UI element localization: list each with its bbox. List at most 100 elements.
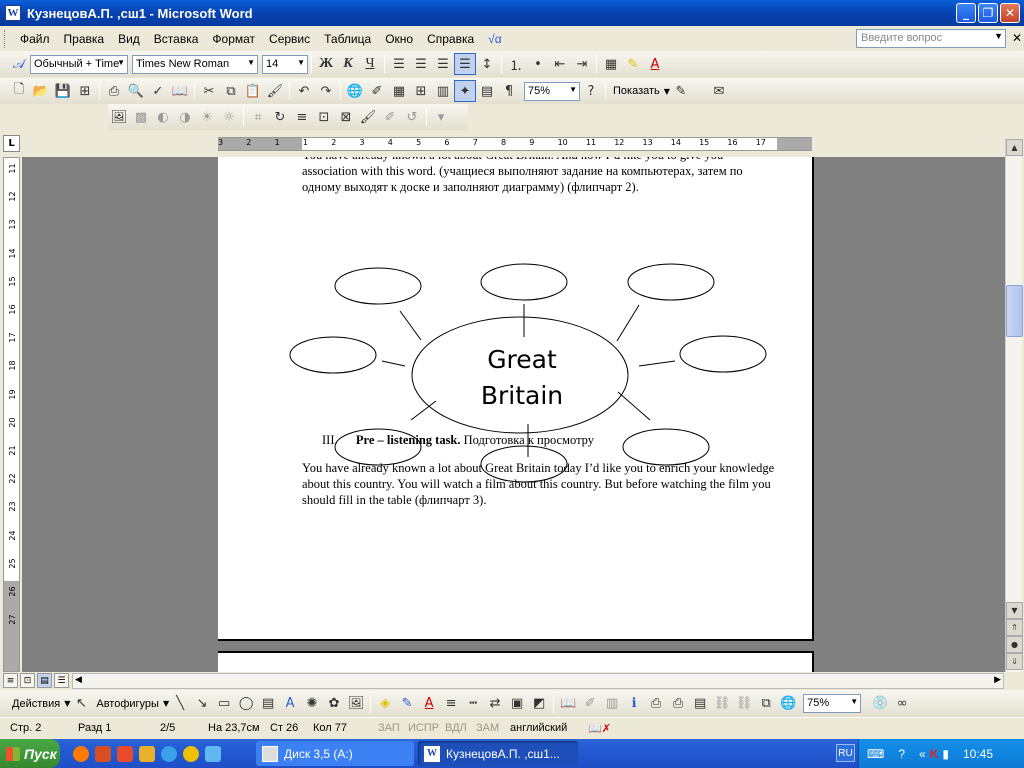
help-tray-icon[interactable]: ?	[898, 747, 905, 761]
menu-format[interactable]: Формат	[205, 32, 262, 46]
print-layout-icon[interactable]: ▤	[37, 673, 52, 688]
browser-icon[interactable]	[73, 745, 89, 762]
print-preview-icon[interactable]: 🔍	[125, 80, 147, 102]
edit-icon[interactable]: ✐	[579, 693, 601, 715]
align-left-icon[interactable]: ☰	[388, 53, 410, 75]
borders-icon[interactable]: ▦	[600, 53, 622, 75]
font-color-icon[interactable]: A	[644, 53, 666, 75]
menu-help[interactable]: Справка	[420, 32, 481, 46]
copy-icon[interactable]: ⧉	[220, 80, 242, 102]
spelling-status-icon[interactable]: 📖✗	[588, 722, 611, 735]
compress-icon[interactable]: ⊡	[313, 106, 335, 128]
autoshapes-button[interactable]: Автофигуры	[92, 698, 163, 710]
font-color-icon[interactable]: A	[418, 693, 440, 715]
insert-excel-icon[interactable]: ⊞	[410, 80, 432, 102]
outline-view-icon[interactable]: ☰	[54, 673, 69, 688]
unlink-icon[interactable]: ⛓	[733, 693, 755, 715]
rectangle-tool-icon[interactable]: ▭	[213, 693, 235, 715]
tables-borders-icon[interactable]: ✐	[366, 80, 388, 102]
3d-style-icon[interactable]: ◩	[528, 693, 550, 715]
antivirus-icon[interactable]: K	[930, 747, 939, 761]
line-color-icon[interactable]: ✎	[396, 693, 418, 715]
menu-file[interactable]: Файл	[13, 32, 57, 46]
menu-grip[interactable]	[4, 29, 7, 48]
language-indicator[interactable]: RU	[836, 744, 855, 762]
status-ext[interactable]: ВДЛ	[445, 722, 467, 734]
save-icon[interactable]: 💾	[52, 80, 74, 102]
fill-color-icon[interactable]: ◈	[374, 693, 396, 715]
insert-picture-icon[interactable]: 🖼	[345, 693, 367, 715]
glasses-icon[interactable]: ∞	[891, 693, 913, 715]
link-icon[interactable]: ⛓	[711, 693, 733, 715]
draw-actions-button[interactable]: Действия	[8, 698, 64, 710]
show-markup-button[interactable]: Показать	[609, 85, 664, 97]
restore-button[interactable]: ❐	[978, 3, 998, 23]
media-player-icon[interactable]	[183, 745, 199, 762]
reset-picture-icon[interactable]: ↺	[401, 106, 423, 128]
bold-button[interactable]: Ж	[315, 53, 337, 75]
less-contrast-icon[interactable]: ◑	[174, 106, 196, 128]
line-tool-icon[interactable]: ╲	[169, 693, 191, 715]
menu-tools[interactable]: Сервис	[262, 32, 317, 46]
menu-edit[interactable]: Правка	[57, 32, 112, 46]
columns-icon[interactable]: ▥	[432, 80, 454, 102]
diagram-tool-icon[interactable]: ✺	[301, 693, 323, 715]
more-tools-icon[interactable]: ▾	[430, 106, 452, 128]
select-browse-object-icon[interactable]: ●	[1006, 636, 1023, 653]
printer-icon[interactable]: ⎙	[667, 693, 689, 715]
rotate-icon[interactable]: ↻	[269, 106, 291, 128]
undo-icon[interactable]: ↶	[293, 80, 315, 102]
arrow-tool-icon[interactable]: ↘	[191, 693, 213, 715]
expand-tray-icon[interactable]: «	[919, 747, 926, 761]
line-style-icon[interactable]: ≡	[291, 106, 313, 128]
scroll-thumb[interactable]	[1006, 285, 1023, 337]
spelling-icon[interactable]: ✓	[147, 80, 169, 102]
less-brightness-icon[interactable]: ☼	[218, 106, 240, 128]
set-transparent-icon[interactable]: ✐	[379, 106, 401, 128]
menu-insert[interactable]: Вставка	[147, 32, 206, 46]
line-spacing-icon[interactable]: ↕	[476, 53, 498, 75]
internet-explorer-icon[interactable]	[161, 745, 177, 762]
italic-button[interactable]: К	[337, 53, 359, 75]
chart-icon[interactable]: ▥	[601, 693, 623, 715]
normal-view-icon[interactable]: ≡	[3, 673, 18, 688]
dash-style-icon[interactable]: ┅	[462, 693, 484, 715]
underline-button[interactable]: Ч	[359, 53, 381, 75]
status-ovr[interactable]: ЗАМ	[476, 722, 499, 734]
scroll-up-icon[interactable]: ▲	[1006, 139, 1023, 156]
status-trk[interactable]: ИСПР	[408, 722, 439, 734]
select-objects-icon[interactable]: ↖	[70, 693, 92, 715]
menu-view[interactable]: Вид	[111, 32, 147, 46]
more-brightness-icon[interactable]: ☀	[196, 106, 218, 128]
insert-table-icon[interactable]: ▦	[388, 80, 410, 102]
disk-icon[interactable]: 💿	[869, 693, 891, 715]
format-picture-icon[interactable]: 🖌	[357, 106, 379, 128]
show-hide-icon[interactable]: ¶	[498, 80, 520, 102]
align-center-icon[interactable]: ☰	[410, 53, 432, 75]
drawing-icon[interactable]: ✦	[454, 80, 476, 102]
chevron-down-icon[interactable]: ▼	[994, 31, 1003, 41]
align-right-icon[interactable]: ☰	[432, 53, 454, 75]
menu-table[interactable]: Таблица	[317, 32, 378, 46]
highlight-icon[interactable]: ✎	[622, 53, 644, 75]
text-icon[interactable]: ▤	[689, 693, 711, 715]
app-icon[interactable]	[139, 745, 155, 762]
previous-page-icon[interactable]: ⇑	[1006, 619, 1023, 636]
task-word-document[interactable]: W КузнецовА.П. ,сш1...	[418, 741, 578, 766]
tab-selector-icon[interactable]: L	[3, 135, 20, 152]
redo-icon[interactable]: ↷	[315, 80, 337, 102]
help-icon[interactable]: ?	[580, 80, 602, 102]
zoom-select[interactable]: 75% ▼	[524, 81, 580, 101]
next-page-icon[interactable]: ⇓	[1006, 653, 1023, 670]
scroll-down-icon[interactable]: ▼	[1006, 602, 1023, 619]
justify-icon[interactable]: ☰	[454, 53, 476, 75]
format-painter-icon[interactable]: 🖌	[264, 80, 286, 102]
print-icon[interactable]: ⎙	[645, 693, 667, 715]
decrease-indent-icon[interactable]: ⇤	[549, 53, 571, 75]
menu-equation[interactable]: √α	[481, 32, 509, 46]
new-document-icon[interactable]: 🗋	[8, 80, 30, 102]
draw-zoom-select[interactable]: 75% ▼	[803, 694, 862, 713]
clipart-icon[interactable]: ✿	[323, 693, 345, 715]
textbox-tool-icon[interactable]: ▤	[257, 693, 279, 715]
document-map-icon[interactable]: ▤	[476, 80, 498, 102]
